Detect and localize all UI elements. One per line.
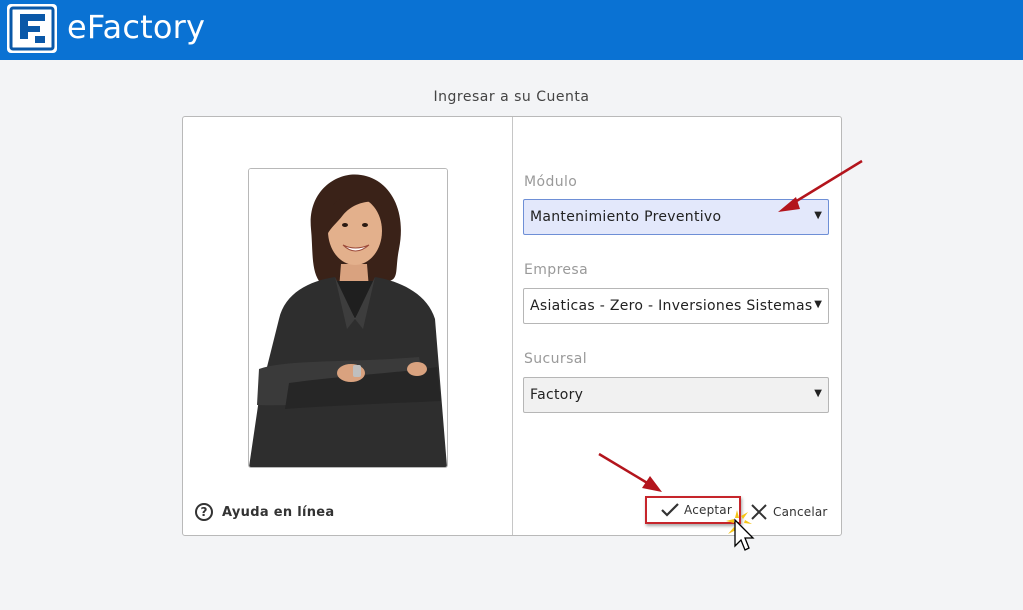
sucursal-label: Sucursal (524, 351, 588, 367)
empresa-label: Empresa (524, 262, 589, 278)
empresa-select[interactable]: Asiaticas - Zero - Inversiones Sistemas … (523, 288, 829, 324)
efactory-logo-icon (7, 4, 57, 53)
help-label: Ayuda en línea (222, 504, 335, 520)
help-link[interactable]: ? Ayuda en línea (195, 501, 335, 523)
annotation-arrow-icon (778, 159, 863, 212)
card-divider (512, 117, 513, 535)
app-title: eFactory (67, 8, 206, 46)
modulo-label: Módulo (524, 174, 578, 190)
check-icon (660, 502, 680, 518)
mouse-cursor-icon (726, 510, 755, 551)
sucursal-select-value: Factory (530, 387, 584, 403)
cancel-label: Cancelar (773, 505, 828, 519)
login-title: Ingresar a su Cuenta (433, 89, 590, 105)
question-circle-icon: ? (195, 503, 213, 521)
annotation-arrow-icon (598, 452, 662, 492)
caret-down-icon: ▼ (814, 299, 822, 310)
login-card: ? Ayuda en línea Módulo Mantenimiento Pr… (182, 116, 842, 536)
top-bar: eFactory (0, 0, 1023, 60)
empresa-select-value: Asiaticas - Zero - Inversiones Sistemas (530, 298, 813, 314)
caret-down-icon: ▼ (814, 388, 822, 399)
cancel-button[interactable]: Cancelar (749, 498, 828, 526)
sucursal-select[interactable]: Factory ▼ (523, 377, 829, 413)
businesswoman-photo (248, 168, 448, 468)
